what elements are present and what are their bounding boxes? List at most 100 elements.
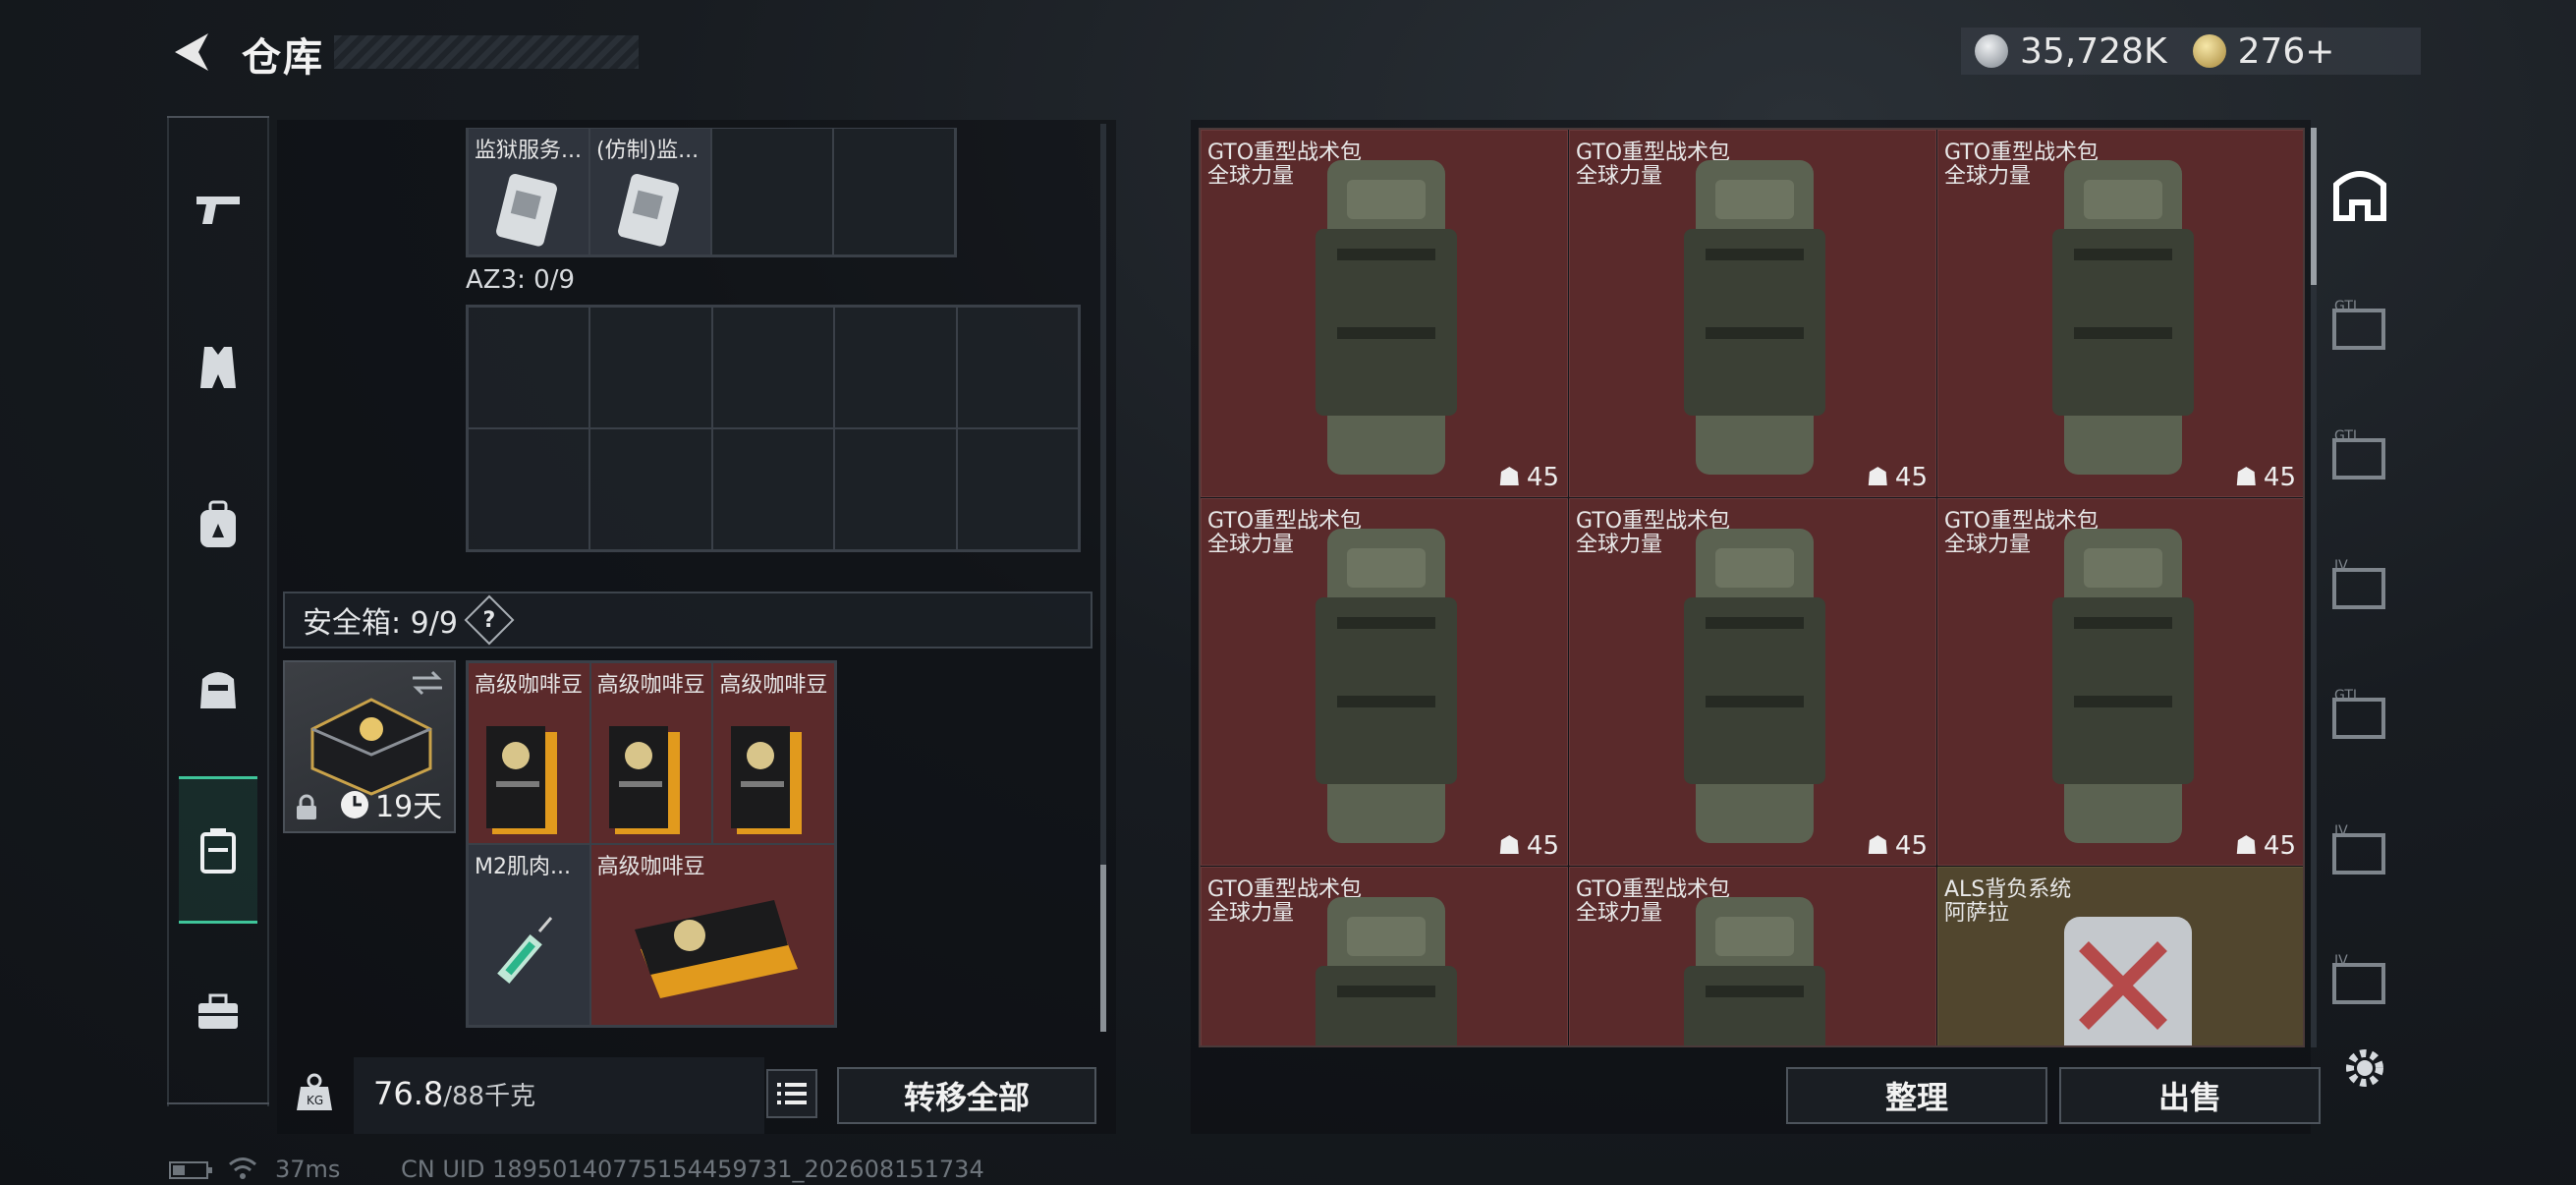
back-arrow-icon[interactable] — [169, 29, 214, 75]
person-icon: ☗ — [2234, 463, 2258, 492]
item-count-value: 45 — [1894, 463, 1928, 492]
transfer-all-button[interactable]: 转移全部 — [837, 1067, 1096, 1124]
grid-item-syringe[interactable]: M2肌肉... — [468, 844, 590, 1026]
grid-item-coffee[interactable]: 高级咖啡豆 — [712, 662, 835, 844]
backpack-image — [1684, 897, 1825, 1045]
carrier-image — [2064, 917, 2192, 1045]
item-count: ☗ 45 — [1867, 831, 1928, 861]
backpack-image — [2052, 529, 2194, 843]
empty-slot[interactable] — [589, 428, 712, 550]
vest-icon — [200, 347, 236, 388]
sort-button[interactable]: 整理 — [1786, 1067, 2047, 1124]
category-rail — [167, 116, 269, 1106]
empty-slot[interactable] — [468, 428, 590, 550]
item-brand: 全球力量 — [1576, 533, 1663, 557]
crate-icon: IV — [2332, 953, 2385, 1004]
swap-icon[interactable] — [411, 670, 444, 696]
person-icon: ☗ — [1497, 831, 1521, 861]
stash-item-backpack[interactable]: GTO重型战术包 全球力量 ☗ 45 — [1569, 130, 1936, 497]
crate-icon: GTI — [2332, 428, 2385, 480]
item-brand: 全球力量 — [1576, 901, 1663, 926]
left-scrollbar-thumb[interactable] — [1100, 865, 1106, 1032]
stash-grid: GTO重型战术包 全球力量 ☗ 45 GTO重型战术包 全球力量 ☗ 45 GTO重… — [1199, 128, 2305, 1047]
stash-item-backpack[interactable]: GTO重型战术包 全球力量 — [1569, 867, 1936, 1045]
empty-slot[interactable] — [834, 307, 957, 428]
weight-current: 76.8 — [373, 1075, 444, 1112]
stash-item-backpack[interactable]: GTO重型战术包 全球力量 ☗ 45 — [1937, 498, 2303, 866]
person-icon: ☗ — [1866, 463, 1889, 492]
gold-amount[interactable]: 276+ — [2238, 31, 2335, 72]
empty-slot[interactable] — [956, 428, 1079, 550]
backpack-image — [1684, 529, 1825, 843]
item-name: (仿制)监... — [596, 139, 700, 163]
empty-slot[interactable] — [711, 307, 835, 428]
item-count-value: 45 — [1894, 831, 1928, 861]
item-count-value: 45 — [1526, 831, 1559, 861]
item-brand: 全球力量 — [1944, 533, 2032, 557]
empty-slot[interactable] — [956, 307, 1079, 428]
safe-box-header: 安全箱: 9/9 ? — [283, 592, 1092, 649]
crate-icon: IV — [2332, 558, 2385, 609]
side-tab-label: GTI — [2334, 688, 2357, 704]
empty-slot[interactable] — [468, 307, 590, 428]
item-count: ☗ 45 — [1867, 463, 1928, 492]
grid-item-coffee-large[interactable]: 高级咖啡豆 — [589, 844, 835, 1026]
safe-box-card[interactable]: 19天 — [283, 660, 456, 833]
side-tab-4[interactable]: GTI — [2330, 686, 2387, 743]
coffee-bag-icon — [486, 726, 557, 834]
storage-tab-icon[interactable] — [2332, 167, 2387, 222]
rail-toolbox-tab[interactable] — [177, 963, 259, 1061]
top-container-grid: 监狱服务... (仿制)监... — [466, 128, 957, 257]
grid-item-coffee[interactable]: 高级咖啡豆 — [468, 662, 590, 844]
gear-icon[interactable] — [2340, 1044, 2389, 1093]
empty-slot[interactable] — [711, 428, 835, 550]
coffee-bag-icon — [634, 900, 798, 998]
grid-item[interactable]: (仿制)监... — [589, 128, 711, 255]
grid-item-coffee[interactable]: 高级咖啡豆 — [589, 662, 713, 844]
side-tab-6[interactable]: IV — [2330, 951, 2387, 1008]
item-count-value: 45 — [2263, 463, 2296, 492]
side-tab-1[interactable]: GTI — [2330, 297, 2387, 354]
empty-slot[interactable] — [589, 307, 712, 428]
rail-safe-box-tab[interactable] — [179, 776, 257, 924]
rail-armor-tab[interactable] — [177, 639, 259, 737]
side-tab-label: GTI — [2334, 299, 2357, 314]
side-tab-label: IV — [2334, 953, 2348, 969]
stash-item-backpack[interactable]: GTO重型战术包 全球力量 ☗ 45 — [1201, 498, 1568, 866]
stash-item-backpack[interactable]: GTO重型战术包 全球力量 ☗ 45 — [1201, 130, 1568, 497]
person-icon: ☗ — [2234, 831, 2258, 861]
side-tab-5[interactable]: IV — [2330, 821, 2387, 878]
backpack-image — [1316, 897, 1457, 1045]
list-view-button[interactable] — [766, 1069, 817, 1118]
item-count-value: 45 — [2263, 831, 2296, 861]
stash-item-carrier[interactable]: ALS背负系统 阿萨拉 — [1937, 867, 2303, 1045]
item-name: 高级咖啡豆 — [719, 673, 828, 698]
item-name: M2肌肉... — [475, 855, 571, 879]
stash-item-backpack[interactable]: GTO重型战术包 全球力量 ☗ 45 — [1937, 130, 2303, 497]
sell-button[interactable]: 出售 — [2059, 1067, 2321, 1124]
rail-backpack-tab[interactable] — [177, 476, 259, 574]
lock-icon — [297, 794, 316, 819]
side-tab-2[interactable]: GTI — [2330, 426, 2387, 483]
empty-slot[interactable] — [833, 128, 955, 255]
empty-slot[interactable] — [834, 428, 957, 550]
rail-pistol-tab[interactable] — [177, 161, 259, 259]
right-scrollbar-thumb[interactable] — [2311, 128, 2317, 285]
item-brand: 全球力量 — [1207, 901, 1295, 926]
coffee-bag-icon — [608, 726, 680, 834]
stash-item-backpack[interactable]: GTO重型战术包 全球力量 ☗ 45 — [1569, 498, 1936, 866]
safe-box-timer: 19天 — [375, 790, 443, 824]
side-tab-3[interactable]: IV — [2330, 556, 2387, 613]
grid-item[interactable]: 监狱服务... — [468, 128, 589, 255]
empty-slot[interactable] — [711, 128, 833, 255]
weight-icon: KG — [297, 1073, 332, 1110]
item-brand: 全球力量 — [1944, 164, 2032, 189]
safe-box-icon — [200, 828, 236, 874]
rail-vest-tab[interactable] — [177, 318, 259, 417]
stash-item-backpack[interactable]: GTO重型战术包 全球力量 — [1201, 867, 1568, 1045]
list-icon — [777, 1083, 807, 1104]
crate-icon: GTI — [2332, 299, 2385, 350]
item-name: 监狱服务... — [475, 139, 582, 163]
help-button[interactable]: ? — [464, 594, 515, 646]
coffee-bag-icon — [731, 726, 803, 834]
